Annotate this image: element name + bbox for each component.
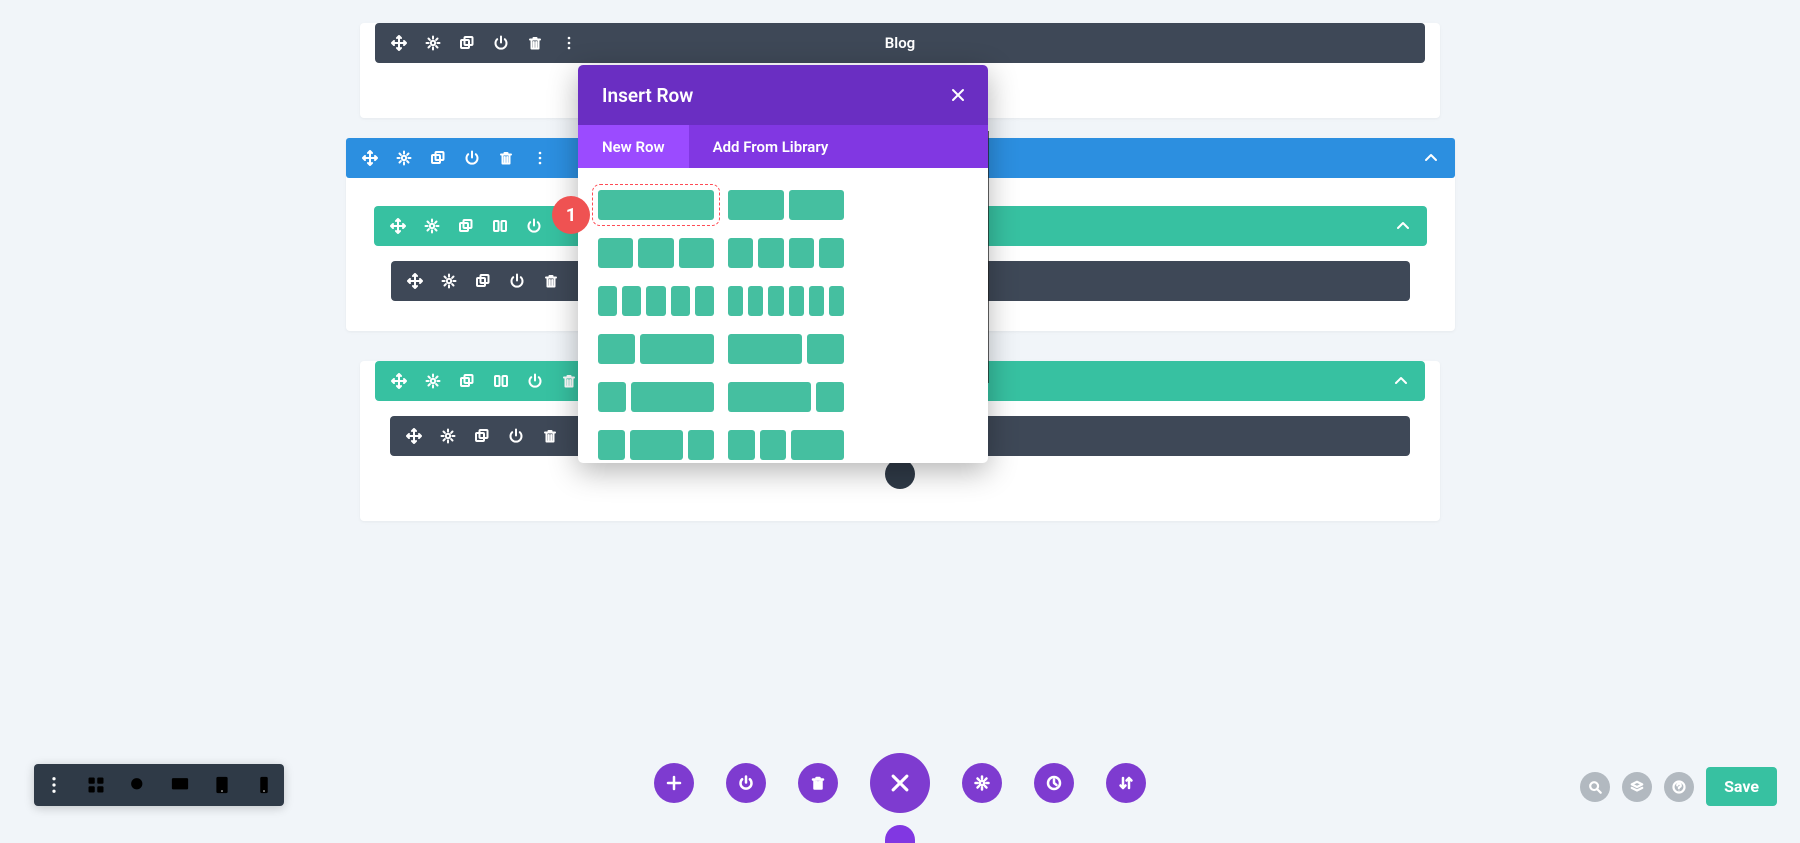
duplicate-icon[interactable] [459,35,475,51]
history-button[interactable] [1034,763,1074,803]
duplicate-icon[interactable] [475,273,491,289]
zoom-icon[interactable] [128,775,148,795]
close-builder-button[interactable] [870,753,930,813]
duplicate-icon[interactable] [459,373,475,389]
insert-row-modal: Insert Row New Row Add From Library [578,65,988,463]
power-button[interactable] [726,763,766,803]
move-icon[interactable] [406,428,422,444]
builder-controls [654,753,1146,813]
power-icon[interactable] [493,35,509,51]
power-icon[interactable] [526,218,542,234]
gear-icon[interactable] [441,273,457,289]
power-icon[interactable] [509,273,525,289]
layers-button[interactable] [1622,772,1652,802]
layout-option-3[interactable] [598,238,714,268]
move-icon[interactable] [390,218,406,234]
trash-icon[interactable] [498,150,514,166]
move-icon[interactable] [362,150,378,166]
swap-button[interactable] [1106,763,1146,803]
desktop-view-icon[interactable] [170,775,190,795]
duplicate-icon[interactable] [430,150,446,166]
layout-option-8[interactable] [728,334,844,364]
more-icon[interactable] [561,35,577,51]
trash-icon[interactable] [561,373,577,389]
layout-option-9[interactable] [598,382,714,412]
power-icon[interactable] [508,428,524,444]
tab-new-row[interactable]: New Row [578,125,689,168]
more-icon[interactable] [532,150,548,166]
layout-option-1[interactable] [598,190,714,220]
move-icon[interactable] [407,273,423,289]
help-button[interactable] [1664,772,1694,802]
add-module-button[interactable] [885,459,915,489]
duplicate-icon[interactable] [458,218,474,234]
layout-option-4[interactable] [728,238,844,268]
move-icon[interactable] [391,35,407,51]
power-icon[interactable] [464,150,480,166]
trash-icon[interactable] [542,428,558,444]
layout-option-12[interactable] [728,430,844,460]
layout-option-11[interactable] [598,430,714,460]
layout-option-10[interactable] [728,382,844,412]
trash-icon[interactable] [543,273,559,289]
collapse-icon[interactable] [1393,373,1409,389]
duplicate-icon[interactable] [474,428,490,444]
wireframe-view-icon[interactable] [86,775,106,795]
expand-handle[interactable] [885,825,915,843]
collapse-icon[interactable] [1423,150,1439,166]
layout-option-7[interactable] [598,334,714,364]
columns-icon[interactable] [492,218,508,234]
trash-icon[interactable] [527,35,543,51]
settings-button[interactable] [962,763,1002,803]
tab-add-from-library[interactable]: Add From Library [689,125,853,168]
layout-option-6[interactable] [728,286,844,316]
close-icon[interactable] [950,87,966,103]
right-utilities: Save [1580,767,1777,806]
gear-icon[interactable] [425,35,441,51]
layout-option-2[interactable] [728,190,844,220]
step-badge: 1 [552,196,590,234]
move-icon[interactable] [391,373,407,389]
add-button[interactable] [654,763,694,803]
gear-icon[interactable] [424,218,440,234]
collapse-icon[interactable] [1395,218,1411,234]
layout-grid [578,168,988,463]
modal-title: Insert Row [602,84,693,107]
columns-icon[interactable] [493,373,509,389]
more-icon[interactable] [44,775,64,795]
module-label: Blog [885,34,915,52]
gear-icon[interactable] [425,373,441,389]
gear-icon[interactable] [440,428,456,444]
tablet-view-icon[interactable] [212,775,232,795]
view-mode-bar [34,764,284,806]
trash-button[interactable] [798,763,838,803]
layout-option-5[interactable] [598,286,714,316]
search-button[interactable] [1580,772,1610,802]
gear-icon[interactable] [396,150,412,166]
phone-view-icon[interactable] [254,775,274,795]
power-icon[interactable] [527,373,543,389]
save-button[interactable]: Save [1706,767,1777,806]
